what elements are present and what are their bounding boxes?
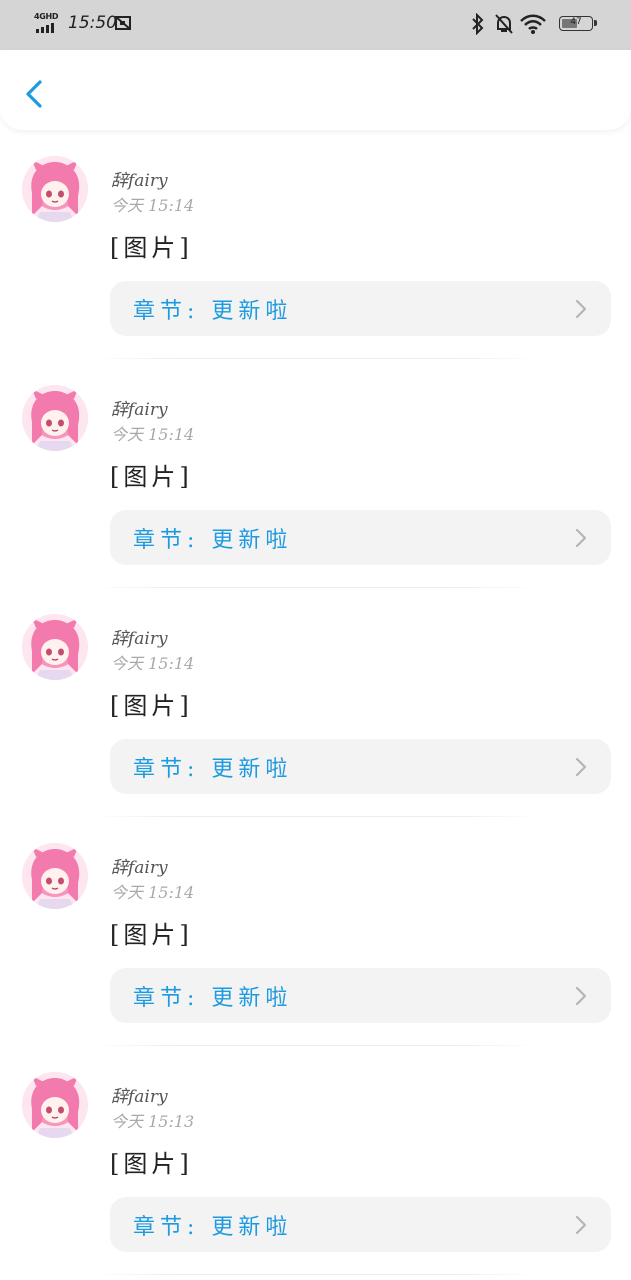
chevron-right-icon [575, 986, 587, 1006]
list-item: 辞fairy 今天 15:14 [图片] 章节: 更新啦 [0, 588, 631, 817]
bell-off-icon [495, 14, 513, 34]
message-content: [图片] [110, 463, 193, 491]
avatar-image [22, 614, 88, 680]
battery-icon: 47 [559, 16, 597, 31]
avatar-image [22, 156, 88, 222]
post-time: 今天 15:13 [111, 1112, 195, 1131]
chevron-right-icon [575, 1215, 587, 1235]
message-content: [图片] [110, 1150, 193, 1178]
screenshot-icon [115, 16, 131, 30]
avatar-image [22, 843, 88, 909]
post-time: 今天 15:14 [111, 654, 195, 673]
avatar[interactable] [22, 385, 88, 451]
notification-list: 辞fairy 今天 15:14 [图片] 章节: 更新啦 辞fairy 今天 1… [0, 130, 631, 1275]
network-type: 4GHD [34, 12, 59, 21]
status-bar: 4GHD 15:50 47 [0, 0, 631, 50]
chapter-link[interactable]: 章节: 更新啦 [110, 968, 611, 1023]
bluetooth-icon [472, 13, 484, 35]
message-content: [图片] [110, 921, 193, 949]
chapter-link[interactable]: 章节: 更新啦 [110, 281, 611, 336]
chevron-right-icon [575, 757, 587, 777]
battery-percent: 47 [570, 17, 582, 27]
chapter-label: 章节: 更新啦 [133, 299, 293, 324]
post-time: 今天 15:14 [111, 883, 195, 902]
chapter-label: 章节: 更新啦 [133, 986, 293, 1011]
chapter-label: 章节: 更新啦 [133, 1215, 293, 1240]
chevron-right-icon [575, 299, 587, 319]
avatar[interactable] [22, 1072, 88, 1138]
avatar-image [22, 1072, 88, 1138]
username: 辞fairy [111, 171, 168, 191]
list-item: 辞fairy 今天 15:14 [图片] 章节: 更新啦 [0, 130, 631, 359]
message-content: [图片] [110, 234, 193, 262]
chapter-label: 章节: 更新啦 [133, 757, 293, 782]
chapter-link[interactable]: 章节: 更新啦 [110, 739, 611, 794]
avatar[interactable] [22, 156, 88, 222]
username: 辞fairy [111, 1087, 168, 1107]
cellular-signal-icon: 4GHD [34, 12, 62, 34]
top-app-bar [0, 50, 631, 130]
divider [90, 1274, 541, 1275]
wifi-icon [520, 14, 546, 34]
avatar[interactable] [22, 843, 88, 909]
chapter-link[interactable]: 章节: 更新啦 [110, 510, 611, 565]
username: 辞fairy [111, 400, 168, 420]
avatar[interactable] [22, 614, 88, 680]
post-time: 今天 15:14 [111, 196, 195, 215]
post-time: 今天 15:14 [111, 425, 195, 444]
status-time: 15:50 [68, 13, 117, 33]
username: 辞fairy [111, 629, 168, 649]
list-item: 辞fairy 今天 15:13 [图片] 章节: 更新啦 [0, 1046, 631, 1275]
back-arrow-icon[interactable] [20, 76, 48, 112]
chapter-link[interactable]: 章节: 更新啦 [110, 1197, 611, 1252]
list-item: 辞fairy 今天 15:14 [图片] 章节: 更新啦 [0, 817, 631, 1046]
message-content: [图片] [110, 692, 193, 720]
list-item: 辞fairy 今天 15:14 [图片] 章节: 更新啦 [0, 359, 631, 588]
chevron-right-icon [575, 528, 587, 548]
avatar-image [22, 385, 88, 451]
username: 辞fairy [111, 858, 168, 878]
chapter-label: 章节: 更新啦 [133, 528, 293, 553]
